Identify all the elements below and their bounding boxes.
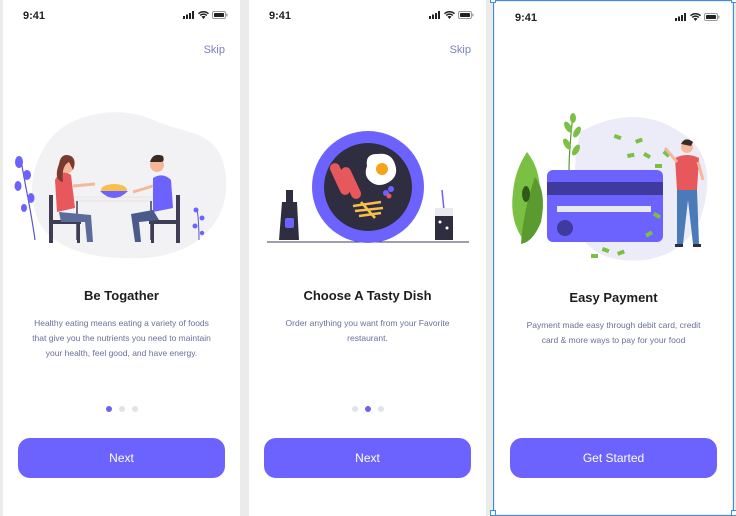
next-button[interactable]: Next [264, 438, 471, 478]
screen-title: Easy Payment [569, 290, 658, 305]
next-button[interactable]: Next [18, 438, 225, 478]
resize-handle[interactable] [490, 510, 496, 516]
page-dot [351, 406, 358, 412]
status-time: 9:41 [269, 10, 292, 22]
skip-button[interactable]: Skip [204, 44, 225, 56]
resize-handle[interactable] [490, 0, 496, 3]
screen-title: Choose A Tasty Dish [303, 288, 432, 303]
battery-icon [458, 11, 474, 19]
dining-together-illustration [14, 112, 227, 259]
signal-icon [675, 13, 686, 21]
skip-button[interactable]: Skip [450, 44, 471, 56]
resize-handle[interactable] [731, 0, 736, 3]
status-bar: 9:41 [269, 10, 474, 24]
screen-description: Order anything you want from your Favori… [285, 318, 450, 343]
screen-description: Payment made easy through debit card, cr… [526, 320, 701, 345]
resize-handle[interactable] [731, 510, 736, 516]
status-icons [183, 11, 228, 19]
status-bar: 9:41 [23, 10, 228, 24]
status-icons [429, 11, 474, 19]
page-dot [131, 406, 138, 412]
page-indicator [3, 406, 240, 412]
status-time: 9:41 [23, 10, 46, 22]
wifi-icon [444, 11, 455, 19]
page-indicator [249, 406, 486, 412]
onboarding-screen-1: 9:41 Skip Be Togather Healthy eating mea… [3, 0, 240, 516]
wifi-icon [198, 11, 209, 19]
screen-description: Healthy eating means eating a variety of… [32, 318, 211, 358]
easy-payment-illustration [512, 113, 708, 261]
screen-title: Be Togather [84, 288, 159, 303]
status-icons [675, 13, 720, 21]
get-started-button[interactable]: Get Started [510, 438, 717, 478]
onboarding-screen-2: 9:41 Skip Choose A Tasty Dish Order anyt… [249, 0, 486, 516]
battery-icon [704, 13, 720, 21]
page-dot [377, 406, 384, 412]
page-dot-active [364, 406, 371, 412]
wifi-icon [690, 13, 701, 21]
signal-icon [183, 11, 194, 19]
status-bar: 9:41 [515, 12, 720, 26]
page-dot-active [105, 406, 112, 412]
battery-icon [212, 11, 228, 19]
onboarding-screen-3: 9:41 Easy Payment Payment made easy thro… [495, 2, 732, 514]
page-dot [118, 406, 125, 412]
status-time: 9:41 [515, 12, 538, 24]
tasty-dish-illustration [267, 131, 469, 243]
signal-icon [429, 11, 440, 19]
